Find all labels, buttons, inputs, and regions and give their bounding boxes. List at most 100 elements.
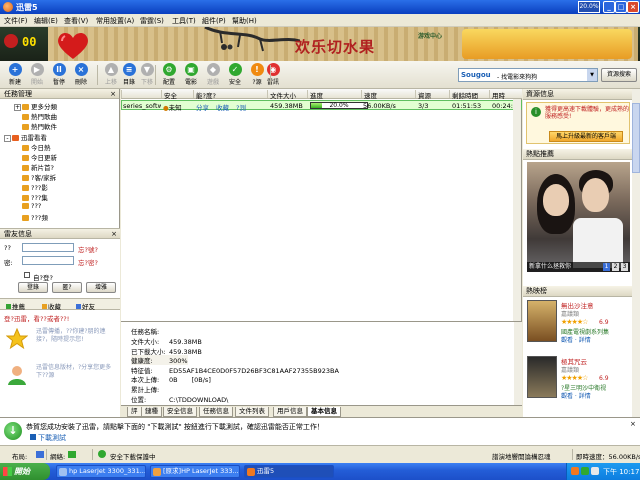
- task-detect-link[interactable]: ?測: [236, 102, 246, 112]
- forgot-id-link[interactable]: 忘?號?: [78, 244, 98, 254]
- toolbar-button-game[interactable]: ◆ 遊戲: [202, 63, 224, 88]
- toolbar-button-security[interactable]: ✓ 安全: [224, 63, 246, 88]
- tree-item[interactable]: 熱門軟件: [22, 121, 57, 131]
- column-header[interactable]: 文件大小: [267, 90, 296, 100]
- toolbar-button-new[interactable]: + 新建: [4, 63, 26, 88]
- right-panel-scrollbar[interactable]: [632, 89, 640, 417]
- folder-icon: ≡: [122, 63, 136, 76]
- maximize-button[interactable]: □: [615, 1, 627, 13]
- tree-item[interactable]: ???影: [22, 182, 48, 192]
- tree-item[interactable]: ???集: [22, 192, 48, 202]
- collapse-icon[interactable]: -: [4, 135, 11, 142]
- tree-item[interactable]: 熱門歌曲: [22, 111, 57, 121]
- remember-checkbox[interactable]: [24, 272, 30, 278]
- login-notice[interactable]: 登?迅雷，看??或者??!: [4, 313, 69, 323]
- column-header[interactable]: 進度: [307, 90, 323, 100]
- detail-row: 累計上傳:: [131, 384, 169, 394]
- toolbar-button-start[interactable]: ▶ 開始: [26, 63, 48, 88]
- detail-tab[interactable]: 安全信息: [163, 407, 197, 417]
- rating-stars: ★★★★☆: [561, 374, 588, 382]
- detail-tab[interactable]: 文件列表: [235, 407, 269, 417]
- tree-item[interactable]: - 迅雷看看: [4, 132, 47, 142]
- taskbar-item-printer[interactable]: hp LaserJet 3300_331...: [56, 465, 146, 478]
- move-down-icon: ▼: [140, 63, 154, 76]
- movie-links[interactable]: 觀看 · 詳情: [561, 335, 591, 344]
- detail-tab[interactable]: 任務信息: [199, 407, 233, 417]
- upgrade-button[interactable]: 馬上升級最新的客戶端: [549, 131, 623, 142]
- resource-search-input[interactable]: Sougou - 找電影來狗狗 ▼: [458, 68, 598, 82]
- column-header[interactable]: [121, 90, 124, 98]
- detail-row: 健康度: 300%: [131, 355, 188, 366]
- task-share-link[interactable]: 分享: [196, 102, 209, 112]
- close-button[interactable]: ×: [627, 1, 639, 13]
- tree-item[interactable]: + 更多分類: [14, 101, 57, 111]
- close-icon[interactable]: ×: [630, 420, 636, 428]
- tree-item[interactable]: 今日更新: [22, 152, 57, 162]
- column-header[interactable]: 能?度?: [193, 90, 216, 100]
- start-button[interactable]: 開始: [0, 463, 50, 480]
- menu-tools[interactable]: 工具(T): [172, 16, 196, 26]
- detail-scrollbar[interactable]: [514, 322, 522, 408]
- menu-thunder[interactable]: 雷霆(S): [140, 16, 164, 26]
- column-header[interactable]: 剩餘時間: [449, 90, 478, 100]
- tree-item[interactable]: ???頻: [22, 212, 48, 222]
- menu-view[interactable]: 查看(V): [64, 16, 88, 26]
- detail-tab[interactable]: 基本信息: [307, 407, 341, 417]
- close-icon[interactable]: ×: [111, 229, 117, 239]
- table-row[interactable]: series_softwa ●未知 分享 收藏 ?測 459.38MB 20.0…: [121, 100, 522, 112]
- list-item[interactable]: 極其咒云 嘉議類 ★★★★☆ 6.9 ?星三明沙中衛视 觀看 · 詳情: [527, 356, 632, 404]
- network-tray-icon[interactable]: [581, 467, 589, 475]
- detail-tab[interactable]: 評: [127, 407, 142, 417]
- column-header[interactable]: 速度: [361, 90, 377, 100]
- password-input[interactable]: [22, 256, 74, 265]
- taskbar-item-thunder[interactable]: 迅雷5: [244, 465, 334, 478]
- list-item[interactable]: 無出沙注意 嘉議類 ★★★★☆ 6.9 國產電視劇系列集 觀看 · 詳情: [527, 300, 632, 348]
- scrollbar-thumb[interactable]: [632, 103, 640, 173]
- toolbar-button-label: 暫停: [52, 79, 65, 86]
- toolbar-button-news[interactable]: ◉ 雷訊: [262, 63, 284, 88]
- chevron-down-icon[interactable]: ▼: [587, 69, 597, 81]
- register-button[interactable]: 增雅: [86, 282, 116, 293]
- detail-tab[interactable]: 用戶信息: [273, 407, 307, 417]
- layout-icon[interactable]: [36, 451, 44, 458]
- game-banner[interactable]: 00 欢乐切水果 游戏中心: [0, 27, 640, 61]
- username-input[interactable]: [22, 243, 74, 252]
- carousel-page-1[interactable]: 1: [603, 263, 610, 271]
- column-header[interactable]: 安全: [161, 90, 177, 100]
- resource-search-button[interactable]: 資源搜索: [601, 68, 637, 82]
- minimize-button[interactable]: _: [603, 1, 615, 13]
- tree-item[interactable]: 新片首?: [22, 162, 54, 172]
- taskbar-item-browser[interactable]: [原求]HP LaserJet 333...: [150, 465, 240, 478]
- toolbar-button-config[interactable]: ⚙ 配置: [158, 63, 180, 88]
- carousel-page-2[interactable]: 2: [612, 263, 619, 271]
- config-icon: ⚙: [162, 63, 176, 76]
- anonymous-button[interactable]: 匿?: [52, 282, 82, 293]
- speed-badge[interactable]: 20.0%: [578, 1, 600, 13]
- expand-icon[interactable]: +: [14, 104, 21, 111]
- tree-item[interactable]: ???: [22, 202, 41, 212]
- forgot-password-link[interactable]: 忘?密?: [78, 257, 98, 267]
- menu-file[interactable]: 文件(F): [4, 16, 28, 26]
- task-list-scrollbar[interactable]: [513, 99, 521, 321]
- task-collect-link[interactable]: 收藏: [216, 102, 229, 112]
- hot-recommend-image[interactable]: 新拿什么拯救你 1 2 3: [527, 162, 630, 272]
- tree-item[interactable]: 今日熱: [22, 142, 51, 152]
- menu-help[interactable]: 幫助(H): [232, 16, 257, 26]
- menu-edit[interactable]: 编辑(E): [34, 16, 58, 26]
- download-test-link[interactable]: 下載測試: [38, 433, 66, 443]
- menu-plugins[interactable]: 組件(P): [202, 16, 226, 26]
- volume-icon[interactable]: [591, 467, 599, 475]
- movie-links[interactable]: 觀看 · 詳情: [561, 391, 591, 400]
- detail-tab[interactable]: 鏈種: [141, 407, 162, 417]
- login-button[interactable]: 登錄: [18, 282, 48, 293]
- carousel-page-3[interactable]: 3: [621, 263, 628, 271]
- close-icon[interactable]: ×: [110, 89, 116, 99]
- column-header[interactable]: 用時: [489, 90, 505, 100]
- toolbar-button-delete[interactable]: × 刪除: [70, 63, 92, 88]
- thunder-tray-icon[interactable]: [571, 467, 579, 475]
- tree-item[interactable]: ?客/家拆: [22, 172, 56, 182]
- column-header[interactable]: 資源: [415, 90, 431, 100]
- toolbar-button-movie[interactable]: ▣ 電影: [180, 63, 202, 88]
- toolbar-button-pause[interactable]: ll 暫停: [48, 63, 70, 88]
- menu-settings[interactable]: 常用設置(A): [96, 16, 134, 26]
